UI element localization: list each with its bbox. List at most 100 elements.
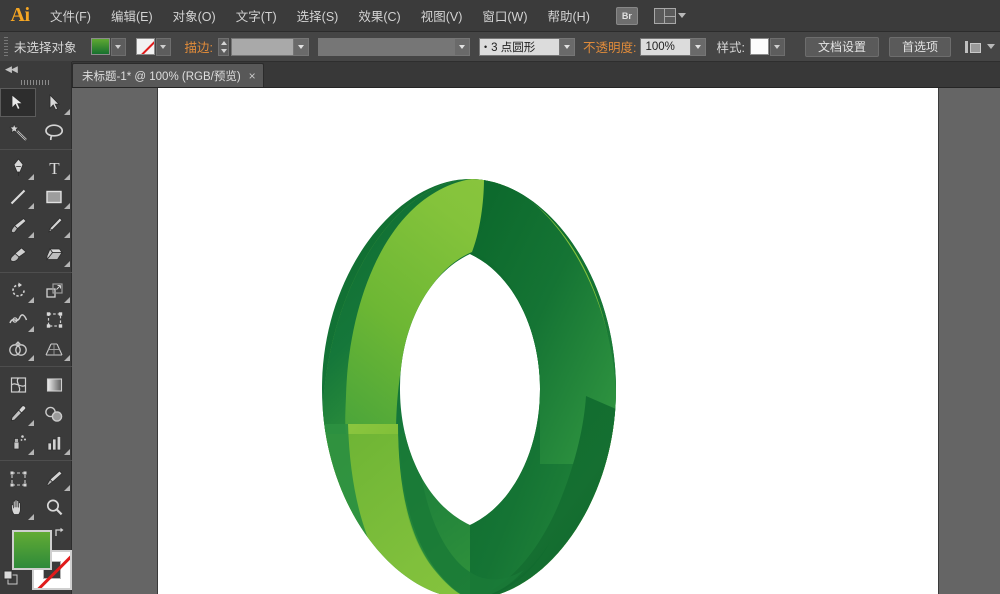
selection-status-label: 未选择对象 bbox=[14, 37, 77, 56]
brush-definition-combo[interactable]: • 3 点圆形 bbox=[479, 38, 575, 56]
rotate-tool[interactable] bbox=[0, 276, 36, 305]
align-control[interactable] bbox=[965, 40, 995, 54]
eraser-tool[interactable] bbox=[36, 240, 72, 269]
mobius-ring-logo[interactable] bbox=[158, 88, 938, 594]
line-segment-tool[interactable] bbox=[0, 182, 36, 211]
flyout-triangle-icon bbox=[64, 203, 70, 209]
tools-panel-header[interactable]: ◀◀ bbox=[0, 62, 71, 76]
document-tab[interactable]: 未标题-1* @ 100% (RGB/预览) × bbox=[72, 63, 264, 87]
chevron-down-icon bbox=[459, 45, 465, 49]
stepper-down-icon[interactable] bbox=[221, 49, 227, 53]
close-icon[interactable]: × bbox=[249, 70, 256, 82]
tools-grid: T bbox=[0, 88, 72, 522]
fill-swatch[interactable] bbox=[91, 38, 110, 55]
arrow-cursor-icon bbox=[11, 94, 25, 111]
document-tab-title: 未标题-1* @ 100% (RGB/预览) bbox=[82, 68, 241, 84]
blob-brush-icon bbox=[9, 246, 28, 264]
tools-divider bbox=[0, 149, 72, 150]
slice-tool[interactable] bbox=[36, 464, 72, 493]
fill-dropdown-button[interactable] bbox=[111, 38, 126, 56]
stroke-weight-combo[interactable] bbox=[231, 38, 309, 56]
workspace-switcher[interactable] bbox=[654, 8, 686, 24]
hand-tool[interactable] bbox=[0, 493, 36, 522]
pen-tool[interactable] bbox=[0, 153, 36, 182]
menu-window[interactable]: 窗口(W) bbox=[472, 0, 537, 32]
control-bar-grip[interactable] bbox=[0, 32, 12, 62]
align-icon bbox=[965, 40, 983, 54]
workspace-grid-icon bbox=[654, 8, 676, 24]
variable-width-profile-combo[interactable] bbox=[318, 38, 470, 56]
gradient-tool[interactable] bbox=[36, 370, 72, 399]
flyout-triangle-icon bbox=[64, 449, 70, 455]
selection-tool[interactable] bbox=[0, 88, 36, 117]
lasso-tool[interactable] bbox=[36, 117, 72, 146]
menu-type[interactable]: 文字(T) bbox=[226, 0, 287, 32]
blob-brush-tool[interactable] bbox=[0, 240, 36, 269]
flyout-triangle-icon bbox=[28, 355, 34, 361]
bridge-icon[interactable]: Br bbox=[616, 7, 638, 25]
graphic-style-dropdown-button[interactable] bbox=[770, 38, 785, 56]
free-transform-tool[interactable] bbox=[36, 305, 72, 334]
preferences-button[interactable]: 首选项 bbox=[889, 37, 951, 57]
magic-wand-tool[interactable] bbox=[0, 117, 36, 146]
document-setup-button[interactable]: 文档设置 bbox=[805, 37, 879, 57]
flyout-triangle-icon bbox=[64, 109, 70, 115]
illustrator-window: Ai 文件(F) 编辑(E) 对象(O) 文字(T) 选择(S) 效果(C) 视… bbox=[0, 0, 1000, 594]
shape-builder-tool[interactable] bbox=[0, 334, 36, 363]
artboard[interactable] bbox=[158, 88, 938, 594]
artboard-tool[interactable] bbox=[0, 464, 36, 493]
flyout-triangle-icon bbox=[64, 485, 70, 491]
flyout-triangle-icon bbox=[28, 514, 34, 520]
scale-tool[interactable] bbox=[36, 276, 72, 305]
stepper-up-icon[interactable] bbox=[221, 41, 227, 45]
fill-color-control[interactable] bbox=[91, 38, 126, 56]
menu-object[interactable]: 对象(O) bbox=[163, 0, 226, 32]
menu-view[interactable]: 视图(V) bbox=[411, 0, 473, 32]
opacity-arrow[interactable] bbox=[690, 39, 705, 55]
pen-nib-icon bbox=[10, 158, 27, 177]
paintbrush-tool[interactable] bbox=[0, 211, 36, 240]
blend-tool[interactable] bbox=[36, 399, 72, 428]
lasso-icon bbox=[44, 123, 64, 141]
opacity-value[interactable]: 100% bbox=[641, 41, 690, 53]
opacity-combo[interactable]: 100% bbox=[640, 38, 706, 56]
menu-help[interactable]: 帮助(H) bbox=[538, 0, 600, 32]
default-fill-stroke-icon[interactable] bbox=[3, 570, 18, 585]
stroke-weight-stepper[interactable] bbox=[218, 38, 229, 56]
canvas-area[interactable] bbox=[72, 88, 1000, 594]
width-tool[interactable] bbox=[0, 305, 36, 334]
swap-fill-stroke-icon[interactable] bbox=[53, 526, 67, 540]
perspective-grid-tool[interactable] bbox=[36, 334, 72, 363]
brush-definition-arrow[interactable] bbox=[559, 39, 574, 55]
rectangle-tool[interactable] bbox=[36, 182, 72, 211]
pencil-tool[interactable] bbox=[36, 211, 72, 240]
stroke-weight-arrow[interactable] bbox=[293, 39, 308, 55]
fill-color-box[interactable] bbox=[12, 530, 52, 570]
stroke-swatch-none[interactable] bbox=[136, 38, 155, 55]
direct-selection-tool[interactable] bbox=[36, 88, 72, 117]
menu-edit[interactable]: 编辑(E) bbox=[101, 0, 163, 32]
type-tool[interactable]: T bbox=[36, 153, 72, 182]
variable-width-arrow[interactable] bbox=[454, 39, 469, 55]
fill-stroke-cluster bbox=[0, 526, 72, 594]
zoom-tool[interactable] bbox=[36, 493, 72, 522]
stroke-color-control[interactable] bbox=[136, 38, 171, 56]
menu-file[interactable]: 文件(F) bbox=[40, 0, 101, 32]
symbol-sprayer-tool[interactable] bbox=[0, 428, 36, 457]
graphic-style-swatch[interactable] bbox=[750, 38, 769, 55]
document-tab-bar: 未标题-1* @ 100% (RGB/预览) × bbox=[0, 62, 1000, 88]
tools-panel-grip[interactable] bbox=[0, 76, 71, 88]
shape-builder-icon bbox=[8, 340, 28, 358]
menu-select[interactable]: 选择(S) bbox=[287, 0, 349, 32]
column-graph-tool[interactable] bbox=[36, 428, 72, 457]
flyout-triangle-icon bbox=[64, 174, 70, 180]
eyedropper-tool[interactable] bbox=[0, 399, 36, 428]
menu-effect[interactable]: 效果(C) bbox=[348, 0, 410, 32]
line-icon bbox=[9, 188, 27, 206]
flyout-triangle-icon bbox=[28, 232, 34, 238]
collapse-panel-icon[interactable]: ◀◀ bbox=[5, 64, 17, 75]
stroke-dropdown-button[interactable] bbox=[156, 38, 171, 56]
menu-bar: Ai 文件(F) 编辑(E) 对象(O) 文字(T) 选择(S) 效果(C) 视… bbox=[0, 0, 1000, 32]
mesh-tool[interactable] bbox=[0, 370, 36, 399]
graphic-style-control[interactable] bbox=[750, 38, 785, 56]
